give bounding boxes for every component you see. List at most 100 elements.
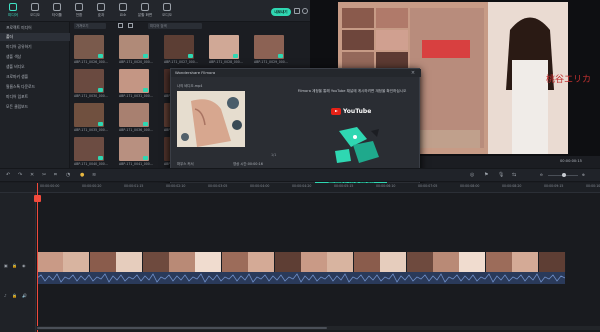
sidebar-item-folder[interactable]: 폴더 [0, 33, 70, 41]
check-icon [278, 54, 283, 58]
toolbar-item-titles[interactable]: 타이틀 [46, 3, 68, 21]
sidebar-item-shared-media[interactable]: 미디어 공유하기 [0, 43, 70, 51]
playhead-handle[interactable] [34, 195, 41, 202]
eye-icon[interactable]: ◉ [22, 263, 26, 268]
toolbar-item-effects[interactable]: 효과 [90, 3, 112, 21]
check-icon [143, 54, 148, 58]
media-thumbnail-caption: ABP-171_0041_000... [119, 162, 153, 166]
sidebar-item-filmstock[interactable]: 필름스톡 다운로드 [0, 83, 70, 91]
toolbar-item-media[interactable]: 미디어 [2, 3, 24, 21]
audio-icon [163, 3, 171, 11]
video-clip-frame[interactable] [169, 252, 196, 272]
search-input[interactable]: 미디어 검색 [148, 23, 202, 29]
video-clip-frame[interactable] [433, 252, 460, 272]
audio-track-icon: ♪ [4, 293, 7, 298]
check-icon [98, 54, 103, 58]
media-thumbnail[interactable]: ABP-171_0041_000... [119, 137, 153, 166]
timeline-scrollbar-thumb[interactable] [37, 327, 327, 329]
video-clip-frame[interactable] [221, 252, 249, 272]
video-clip-frame[interactable] [380, 252, 408, 272]
ruler-tick-label: 00:00:10:10 [586, 184, 600, 188]
filter-icon[interactable] [118, 23, 123, 28]
video-clip-frame[interactable] [406, 252, 434, 272]
filter-icon[interactable] [294, 8, 300, 14]
video-clip-frame[interactable] [63, 252, 91, 272]
undo-icon[interactable]: ↶ [6, 172, 10, 178]
split-screen-icon [141, 3, 149, 11]
media-thumbnail[interactable]: ABP-171_0035_000... [74, 103, 108, 132]
zoom-out-icon[interactable]: ⊖ [540, 173, 543, 177]
marker-icon[interactable]: ⚑ [484, 172, 488, 178]
zoom-in-icon[interactable]: ⊕ [582, 173, 585, 177]
ruler-tick-label: 00:00:09:15 [544, 184, 564, 188]
speed-icon[interactable]: ◔ [66, 172, 70, 178]
toolbar-item-elements[interactable]: 요소 [112, 3, 134, 21]
color-icon[interactable]: ● [80, 172, 84, 178]
video-clip-frame[interactable] [512, 252, 540, 272]
render-icon[interactable]: ◎ [470, 172, 474, 178]
video-clip-frame[interactable] [274, 252, 302, 272]
redo-icon[interactable]: ↷ [18, 172, 22, 178]
ruler-tick-label: 00:00:07:05 [418, 184, 438, 188]
media-thumbnail[interactable]: ABP-171_0031_000... [119, 69, 153, 98]
account-prompt: Filmora 계정을 통해 YouTube 채널에 게시하려면 계정을 확인하… [297, 89, 407, 93]
speaker-icon[interactable]: 🔊 [22, 293, 27, 298]
youtube-logo: YouTube [331, 107, 381, 117]
ruler-tick-label: 00:00:01:15 [124, 184, 144, 188]
video-clip-frame[interactable] [459, 252, 487, 272]
video-clip-frame[interactable] [89, 252, 117, 272]
sidebar-item-chroma-samples[interactable]: 크로마키 샘플 [0, 73, 70, 81]
transition-icon [75, 3, 83, 11]
video-clip-frame[interactable] [353, 252, 381, 272]
video-clip-frame[interactable] [195, 252, 223, 272]
audio-waveform[interactable] [36, 272, 566, 284]
format-label: 마우스 커서 [177, 162, 194, 166]
media-thumbnail[interactable]: ABP-171_0028_000... [209, 35, 243, 64]
video-clip-frame[interactable] [142, 252, 170, 272]
sidebar-item-sample-videos[interactable]: 샘플 비디오 [0, 63, 70, 71]
lock-icon[interactable]: 🔒 [12, 293, 17, 298]
file-name: 나의 비디오.mp4 [177, 84, 203, 88]
split-audio-icon[interactable]: ⇆ [512, 172, 516, 178]
video-clip-frame[interactable] [301, 252, 328, 272]
media-thumbnail-caption: ABP-171_0026_000... [74, 60, 108, 64]
media-thumbnail[interactable]: ABP-171_0020_000... [119, 35, 153, 64]
media-thumbnail[interactable]: ABP-171_0026_000... [74, 35, 108, 64]
media-thumbnail[interactable]: ABP-171_0027_000... [164, 35, 198, 64]
close-button[interactable]: × [410, 69, 416, 77]
sidebar-item-media-import[interactable]: 미디어 임포트 [0, 93, 70, 101]
zoom-slider-knob[interactable] [562, 173, 566, 177]
ruler-tick-label: 00:00:04:00 [250, 184, 270, 188]
video-clip-frame[interactable] [248, 252, 276, 272]
video-clip-frame[interactable] [538, 252, 566, 272]
audio-mix-icon[interactable]: ≋ [92, 172, 96, 178]
sidebar-item-project-media[interactable]: 프로젝트 미디어 [0, 24, 70, 32]
delete-icon[interactable]: ✕ [30, 172, 34, 178]
export-button[interactable]: 내보내기 [271, 8, 291, 16]
voiceover-icon[interactable]: 🎙 [498, 172, 504, 178]
video-clip-frame[interactable] [37, 252, 64, 272]
grid-view-icon[interactable] [128, 23, 133, 28]
media-thumbnail[interactable]: ABP-171_0030_000... [74, 69, 108, 98]
sidebar-item-clipboard[interactable]: 모든 클립보드 [0, 103, 70, 111]
media-thumbnail[interactable]: ABP-171_0040_000... [74, 137, 108, 166]
more-icon[interactable] [302, 8, 308, 14]
toolbar-item-split-screen[interactable]: 분할 화면 [134, 3, 156, 21]
video-clip-frame[interactable] [116, 252, 144, 272]
toolbar-item-audio[interactable]: 오디오 [156, 3, 178, 21]
toolbar-item-audio-lib[interactable]: 오디오 [24, 3, 46, 21]
sort-dropdown[interactable]: 가져오기 [74, 23, 106, 29]
toolbar-item-transitions[interactable]: 전환 [68, 3, 90, 21]
media-thumbnail[interactable]: ABP-171_0036_000... [119, 103, 153, 132]
video-clip-frame[interactable] [327, 252, 355, 272]
lock-icon[interactable]: 🔒 [12, 263, 17, 268]
video-clip-frame[interactable] [485, 252, 513, 272]
media-thumbnail-caption: ABP-171_0020_000... [119, 60, 153, 64]
cut-icon[interactable]: ✂ [42, 172, 46, 178]
video-thumbnail [177, 91, 245, 147]
crop-icon[interactable]: ⌗ [54, 172, 57, 178]
sidebar-item-sample-colors[interactable]: 샘플 색상 [0, 53, 70, 61]
music-icon [31, 3, 39, 11]
media-thumbnail[interactable]: ABP-171_0029_000... [254, 35, 288, 64]
playhead[interactable] [37, 183, 38, 332]
